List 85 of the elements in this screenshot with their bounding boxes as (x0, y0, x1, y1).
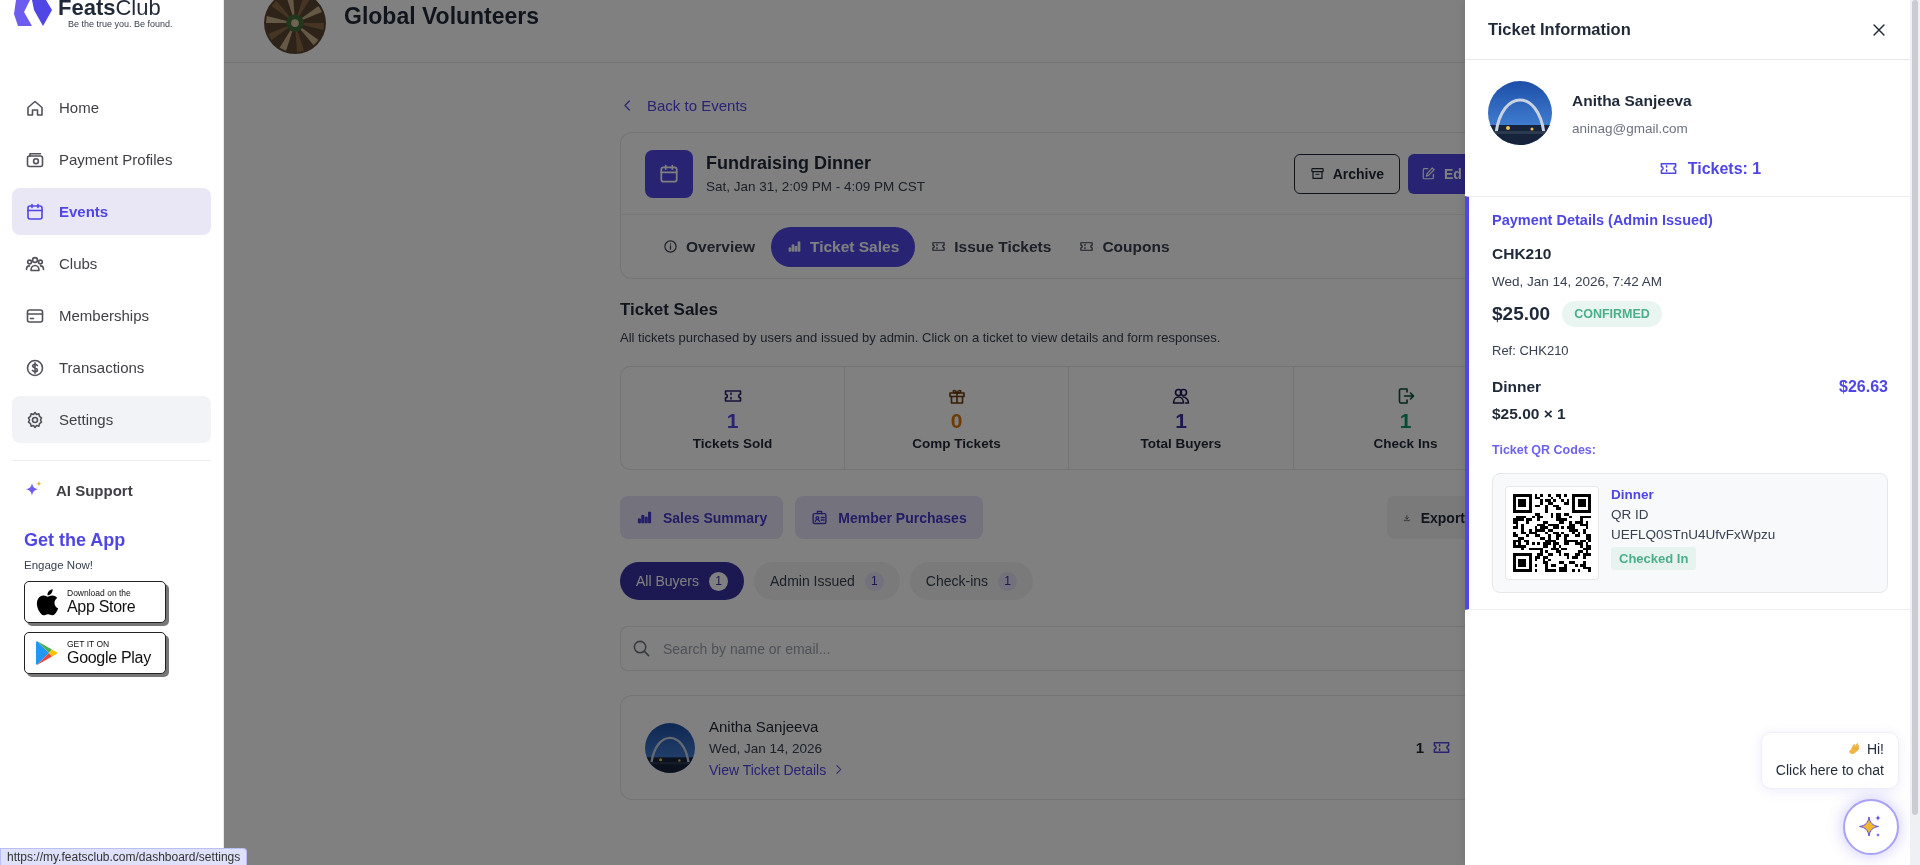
logo-icon (14, 0, 52, 26)
archive-button[interactable]: Archive (1293, 153, 1400, 194)
status-url: https://my.featsclub.com/dashboard/settings (0, 848, 248, 865)
payment-code: CHK210 (1492, 245, 1553, 263)
stat-value: 1 (726, 409, 739, 432)
chat-bubble[interactable]: Hi! Click here to chat (1760, 732, 1899, 789)
store-badge[interactable]: GET IT ON Google Play (24, 632, 166, 674)
archive-icon (1309, 166, 1325, 181)
chat-greeting: Hi! (1866, 741, 1884, 757)
event-time: Sat, Jan 31, 2:09 PM - 4:09 PM CST (706, 179, 927, 194)
buyer-name: Anitha Sanjeeva (709, 717, 820, 735)
view-icon (811, 509, 829, 526)
tab[interactable]: Coupons (1067, 226, 1182, 267)
filter-chip[interactable]: All Buyers 1 (620, 562, 745, 600)
waving-hand-icon (1846, 741, 1862, 757)
logo-tagline: Be the true you. Be found. (68, 19, 173, 29)
edit-button[interactable]: Ed (1408, 153, 1465, 194)
user-name: Anitha Sanjeeva (1572, 92, 1692, 110)
sidebar-item[interactable]: Settings (12, 396, 211, 443)
status-badge: Checked In (1611, 547, 1697, 570)
sidebar-item[interactable]: Memberships (12, 292, 211, 339)
ai-support-link[interactable]: AI Support (24, 480, 133, 500)
view-details-link[interactable]: View Ticket Details (709, 761, 846, 778)
payment-amount: $25.00 (1492, 303, 1551, 325)
nav-icon (25, 201, 45, 222)
buyer-card[interactable]: Anitha Sanjeeva Wed, Jan 14, 2026 View Ticket Details 1 (620, 695, 1465, 800)
tab-icon (1079, 239, 1095, 254)
stat-value: 1 (1399, 409, 1412, 432)
user-email: aninag@gmail.com (1572, 121, 1689, 136)
stat-value: 0 (950, 409, 963, 432)
item-name: Dinner (1492, 378, 1542, 396)
count-badge: 1 (709, 571, 729, 591)
qr-id-label: QR ID (1611, 507, 1649, 522)
sidebar-item[interactable]: Events (12, 188, 211, 235)
store-badge[interactable]: Download on the App Store (24, 581, 166, 623)
item-price: $25.00 × 1 (1492, 405, 1566, 423)
payment-reference: Ref: CHK210 (1492, 343, 1570, 358)
tab-icon (931, 239, 947, 254)
export-button[interactable]: Export (1387, 496, 1465, 539)
tab-icon (663, 239, 678, 254)
stat-label: Tickets Sold (692, 435, 773, 451)
section-subtitle: Engage Now! (24, 559, 94, 571)
section-description: All tickets purchased by users and issued by admin. Click on a ticket to view details and form responses. (620, 330, 1221, 345)
ticket-count: 1 (1415, 739, 1424, 756)
nav-icon (25, 409, 45, 430)
sidebar-item[interactable]: Home (12, 84, 211, 131)
tab[interactable]: Ticket Sales (770, 226, 916, 267)
chat-prompt: Click here to chat (1775, 762, 1884, 778)
payment-title: Payment Details (Admin Issued) (1492, 212, 1714, 228)
tab[interactable]: Overview (651, 226, 767, 267)
tab[interactable]: Issue Tickets (919, 226, 1064, 267)
qr-id: UEFLQ0STnU4UfvFxWpzu (1611, 527, 1776, 542)
tab-icon (786, 239, 802, 254)
filter-chip[interactable]: Admin Issued 1 (754, 562, 900, 600)
status-badge: CONFIRMED (1562, 301, 1662, 327)
section-heading: Get the App (24, 530, 126, 551)
sidebar-item[interactable]: Transactions (12, 344, 211, 391)
buyer-date: Wed, Jan 14, 2026 (709, 740, 824, 756)
search-icon (632, 639, 651, 658)
item-total: $26.63 (1839, 378, 1888, 396)
edit-icon (1421, 166, 1436, 181)
payment-date: Wed, Jan 14, 2026, 7:42 AM (1492, 274, 1664, 289)
view-button[interactable]: Member Purchases (795, 496, 983, 539)
filter-chip[interactable]: Check-ins 1 (909, 562, 1034, 600)
stat-label: Check Ins (1373, 435, 1438, 451)
stat-label: Total Buyers (1140, 435, 1222, 451)
nav-icon (25, 357, 45, 378)
qr-codes-heading: Ticket QR Codes: (1492, 443, 1596, 457)
ticket-total: Tickets: 1 (1687, 159, 1762, 178)
calendar-glyph-icon (658, 162, 680, 185)
view-icon (636, 509, 653, 526)
organization-name: Global Volunteers (344, 2, 540, 30)
chat-button[interactable] (1843, 799, 1899, 855)
count-badge: 1 (864, 571, 884, 591)
panel-title: Ticket Information (1488, 20, 1631, 39)
event-title: Fundraising Dinner (706, 153, 872, 174)
view-button[interactable]: Sales Summary (620, 496, 784, 539)
qr-ticket-name: Dinner (1611, 487, 1654, 502)
stat-label: Comp Tickets (912, 435, 1001, 451)
sidebar-item[interactable]: Clubs (12, 240, 211, 287)
sidebar-item[interactable]: Payment Profiles (12, 136, 211, 183)
play-icon (35, 640, 59, 666)
stat-value: 1 (1175, 409, 1187, 432)
count-badge: 1 (998, 571, 1018, 591)
apple-icon (35, 588, 59, 616)
